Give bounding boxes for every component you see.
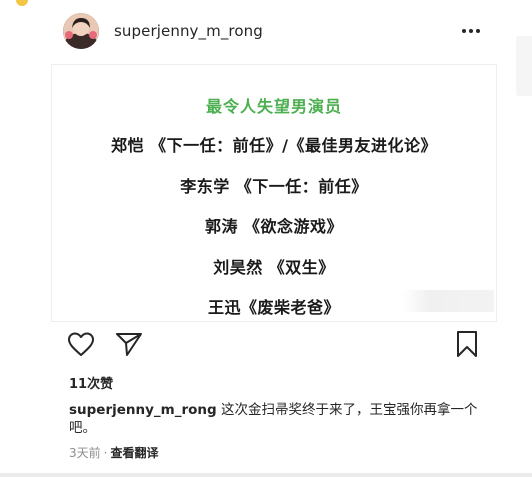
save-button[interactable] bbox=[452, 329, 482, 359]
image-heading: 最令人失望男演员 bbox=[205, 97, 342, 116]
likes-count[interactable]: 11次赞 bbox=[69, 373, 113, 392]
more-options-icon bbox=[462, 29, 480, 33]
avatar-image bbox=[63, 13, 99, 49]
more-options-button[interactable] bbox=[454, 20, 488, 42]
caption-username[interactable]: superjenny_m_rong bbox=[69, 402, 217, 418]
like-button[interactable] bbox=[66, 329, 96, 359]
post-meta: 3天前 · 查看翻译 bbox=[69, 444, 158, 461]
post-username[interactable]: superjenny_m_rong bbox=[114, 22, 263, 40]
post-header: superjenny_m_rong bbox=[0, 0, 532, 64]
instagram-post-page: superjenny_m_rong 最令人失望男演员 郑恺 《下一任：前任》/《… bbox=[0, 0, 532, 477]
share-button[interactable] bbox=[114, 329, 144, 359]
post-time[interactable]: 3天前 bbox=[69, 446, 101, 460]
see-translation-link[interactable]: 查看翻译 bbox=[110, 446, 158, 460]
image-line: 李东学 《下一任：前任》 bbox=[180, 177, 368, 196]
image-line: 郑恺 《下一任：前任》/《最佳男友进化论》 bbox=[111, 136, 437, 155]
post-image[interactable]: 最令人失望男演员 郑恺 《下一任：前任》/《最佳男友进化论》 李东学 《下一任：… bbox=[51, 64, 497, 322]
bookmark-icon bbox=[457, 331, 477, 357]
avatar[interactable] bbox=[63, 13, 99, 49]
bottom-divider bbox=[0, 473, 532, 477]
blurred-watermark bbox=[402, 290, 494, 312]
caption: superjenny_m_rong 这次金扫帚奖终于来了，王宝强你再拿一个吧。 bbox=[69, 401, 489, 437]
heart-icon bbox=[68, 332, 94, 356]
send-icon bbox=[116, 333, 142, 356]
image-line: 郭涛 《欲念游戏》 bbox=[204, 217, 344, 236]
image-line: 刘昊然 《双生》 bbox=[213, 258, 335, 277]
meta-separator: · bbox=[103, 446, 108, 460]
